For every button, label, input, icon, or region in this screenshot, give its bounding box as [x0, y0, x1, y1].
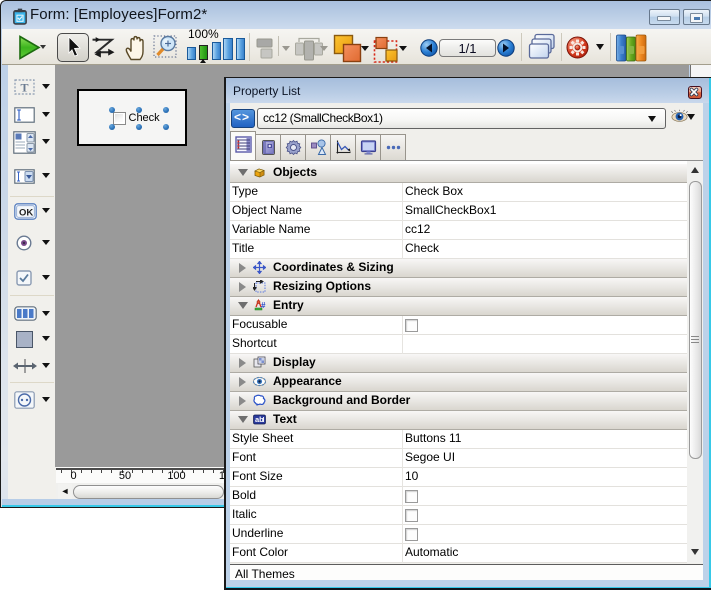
svg-text:#: # — [261, 301, 266, 310]
svg-text:ab: ab — [255, 415, 264, 424]
